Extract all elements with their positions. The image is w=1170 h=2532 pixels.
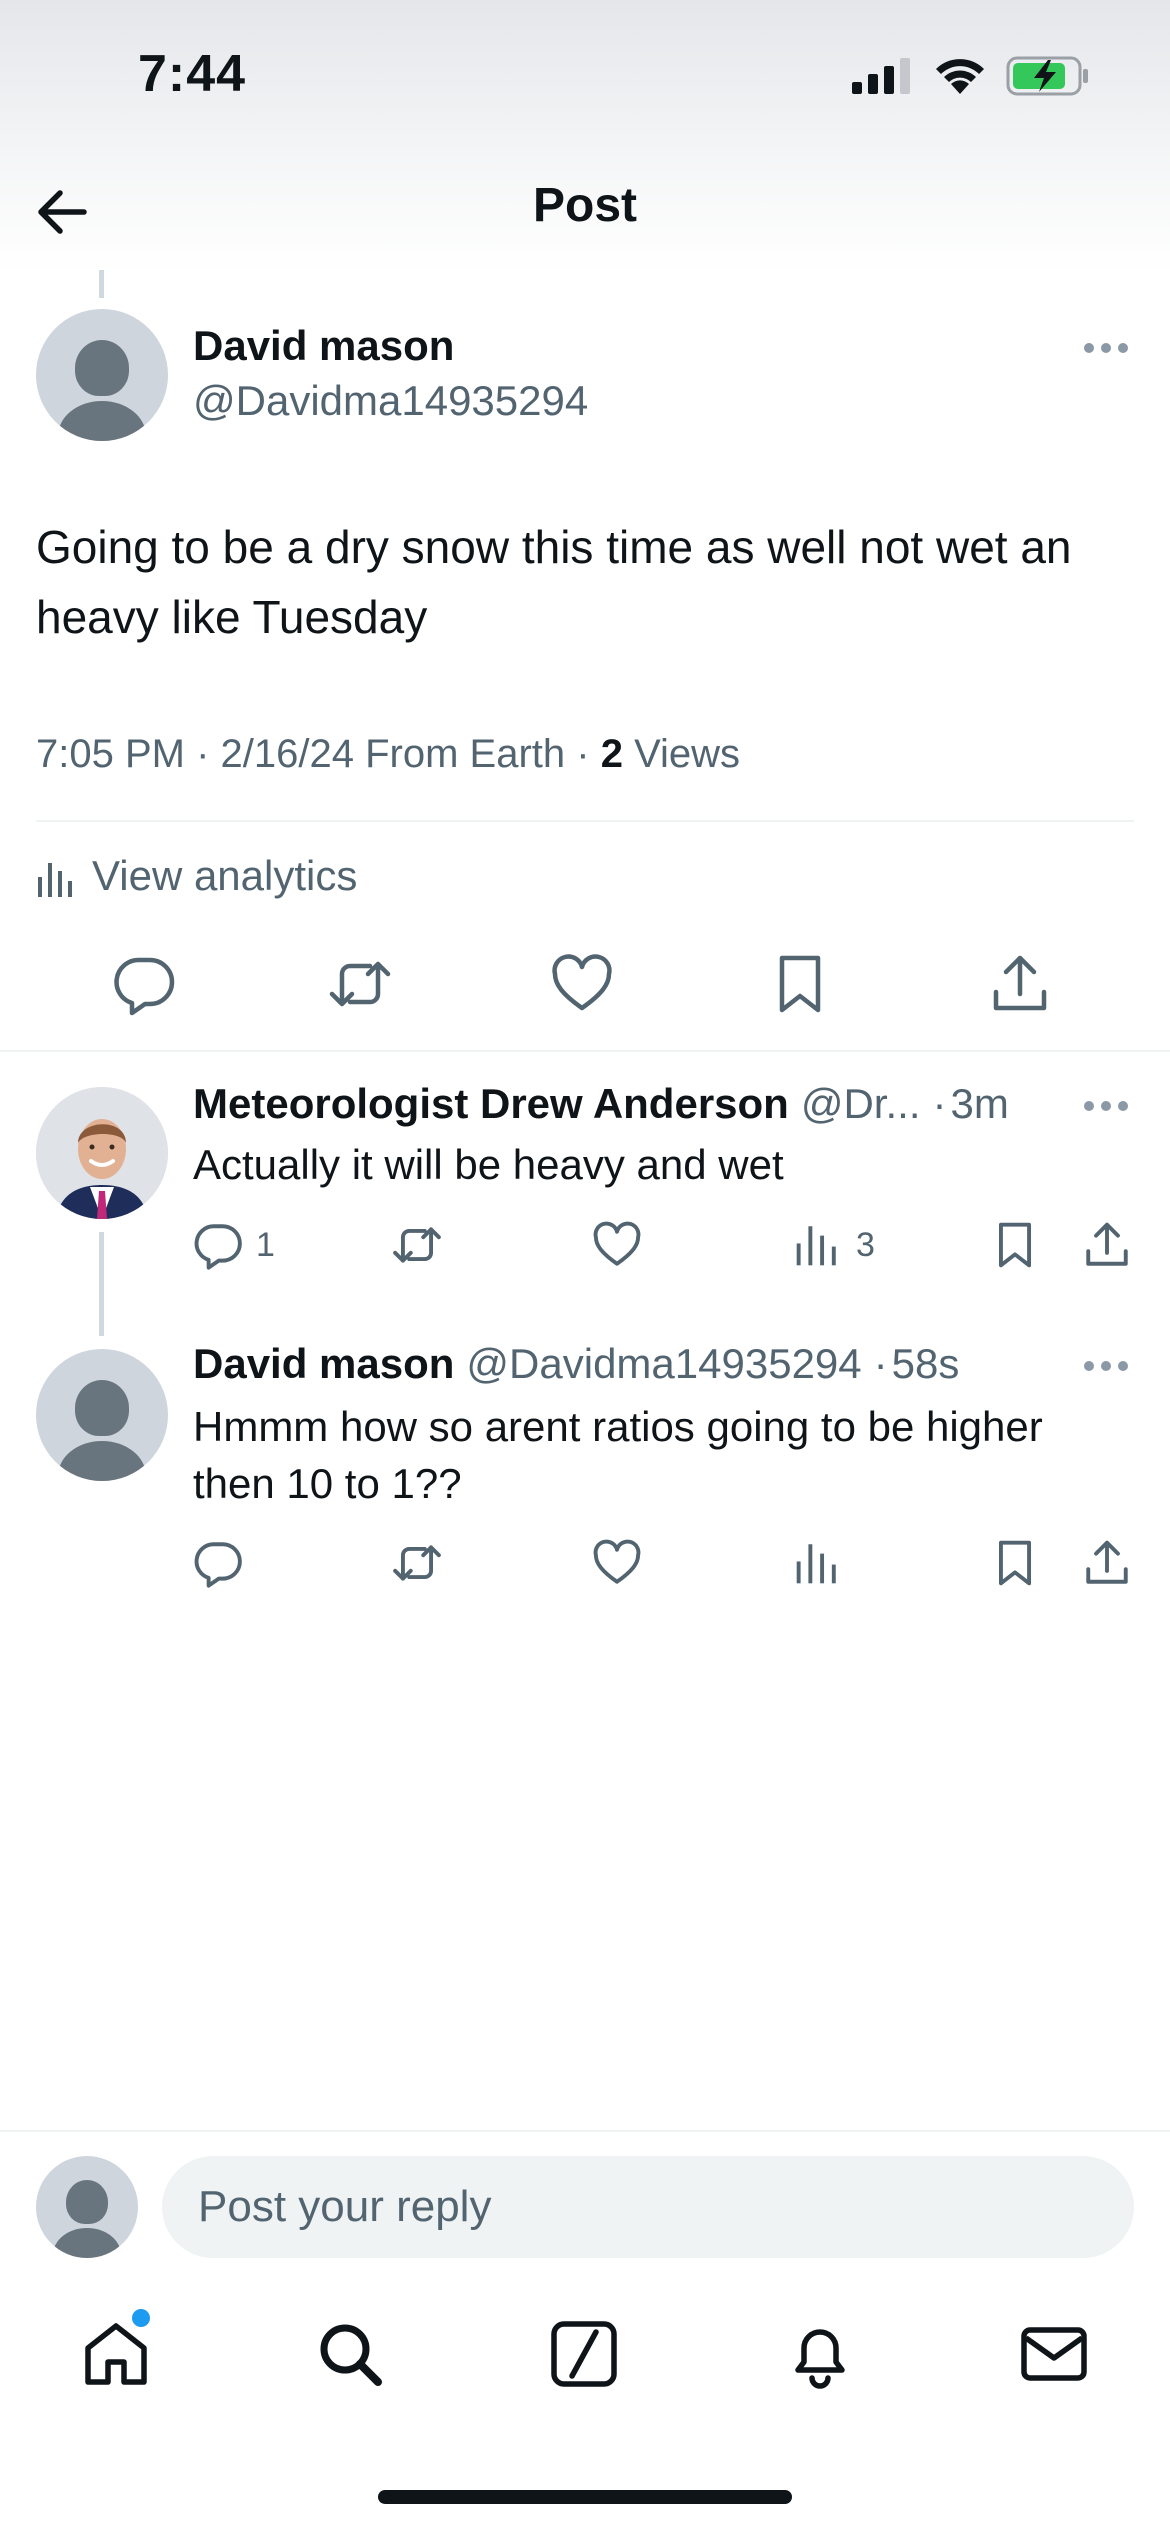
views-icon[interactable]: [792, 1220, 842, 1270]
post-date: 2/16/24: [220, 732, 354, 776]
like-icon[interactable]: [550, 952, 614, 1016]
view-analytics-label: View analytics: [92, 852, 358, 899]
post-metadata: 7:05 PM · 2/16/24 From Earth · 2 Views: [36, 732, 741, 776]
reply-count: 1: [256, 1226, 275, 1264]
repost-icon[interactable]: [392, 1220, 442, 1270]
status-bar: 7:44: [0, 0, 1170, 150]
more-options-icon[interactable]: [1082, 340, 1130, 356]
status-time: 7:44: [138, 45, 247, 103]
divider: [0, 1050, 1170, 1052]
reply-header: Meteorologist Drew Anderson @Dr... · 3m: [193, 1080, 1009, 1128]
thread-connector: [99, 1232, 104, 1336]
like-icon[interactable]: [592, 1220, 642, 1270]
notifications-icon[interactable]: [784, 2318, 856, 2390]
avatar[interactable]: [36, 1349, 168, 1481]
share-icon[interactable]: [1082, 1220, 1132, 1270]
wifi-icon: [936, 59, 984, 94]
home-icon[interactable]: [80, 2318, 152, 2390]
cellular-signal-icon: [852, 58, 910, 94]
avatar[interactable]: [36, 309, 168, 441]
post-source: From Earth: [365, 732, 566, 776]
page-title: Post: [532, 179, 637, 232]
like-icon[interactable]: [592, 1538, 642, 1588]
post-time: 7:05 PM: [36, 732, 185, 776]
reply-author-name[interactable]: David mason: [193, 1340, 454, 1388]
more-options-icon[interactable]: [1082, 1358, 1130, 1374]
grok-icon[interactable]: [548, 2318, 620, 2390]
navigation-header: Post: [0, 150, 1170, 273]
compose-avatar[interactable]: [36, 2156, 138, 2258]
more-options-icon[interactable]: [1082, 1098, 1130, 1114]
view-analytics-link[interactable]: View analytics: [36, 852, 357, 900]
analytics-icon: [38, 863, 72, 897]
reply-author-handle[interactable]: @Dr...: [801, 1080, 921, 1128]
views-icon[interactable]: [792, 1538, 842, 1588]
divider: [36, 820, 1134, 822]
repost-icon[interactable]: [392, 1538, 442, 1588]
reply-author-handle[interactable]: @Davidma14935294: [466, 1340, 861, 1388]
reply-icon[interactable]: [193, 1220, 243, 1270]
home-indicator[interactable]: [378, 2490, 792, 2504]
views-label: Views: [634, 732, 741, 776]
battery-charging-icon: [1006, 56, 1088, 96]
reply-text: Actually it will be heavy and wet: [193, 1141, 784, 1188]
separator-dot: ·: [932, 1080, 947, 1127]
search-icon[interactable]: [314, 2318, 386, 2390]
author-name[interactable]: David mason: [193, 322, 454, 370]
reply-input[interactable]: Post your reply: [162, 2156, 1134, 2258]
views-count: 3: [856, 1226, 875, 1264]
reply-header: David mason @Davidma14935294 · 58s: [193, 1340, 959, 1388]
separator-dot: ·: [873, 1340, 888, 1387]
reply-time: 58s: [891, 1340, 960, 1387]
reply-author-name[interactable]: Meteorologist Drew Anderson: [193, 1080, 789, 1128]
share-icon[interactable]: [988, 952, 1052, 1016]
messages-icon[interactable]: [1018, 2318, 1090, 2390]
reply-icon[interactable]: [193, 1538, 243, 1588]
avatar[interactable]: [36, 1087, 168, 1219]
views-count: 2: [600, 732, 623, 776]
bookmark-icon[interactable]: [990, 1538, 1040, 1588]
post-text: Going to be a dry snow this time as well…: [36, 521, 1072, 643]
notification-dot: [132, 2309, 150, 2327]
profile-photo: [36, 1087, 168, 1219]
reply-icon[interactable]: [112, 952, 176, 1016]
bookmark-icon[interactable]: [990, 1220, 1040, 1270]
divider: [0, 2130, 1170, 2132]
bookmark-icon[interactable]: [768, 952, 832, 1016]
reply-text: Hmmm how so arent ratios going to be hig…: [193, 1403, 1043, 1507]
share-icon[interactable]: [1082, 1538, 1132, 1588]
author-handle[interactable]: @Davidma14935294: [193, 377, 588, 425]
repost-icon[interactable]: [328, 952, 392, 1016]
thread-connector: [99, 270, 104, 298]
reply-time: 3m: [950, 1080, 1009, 1127]
